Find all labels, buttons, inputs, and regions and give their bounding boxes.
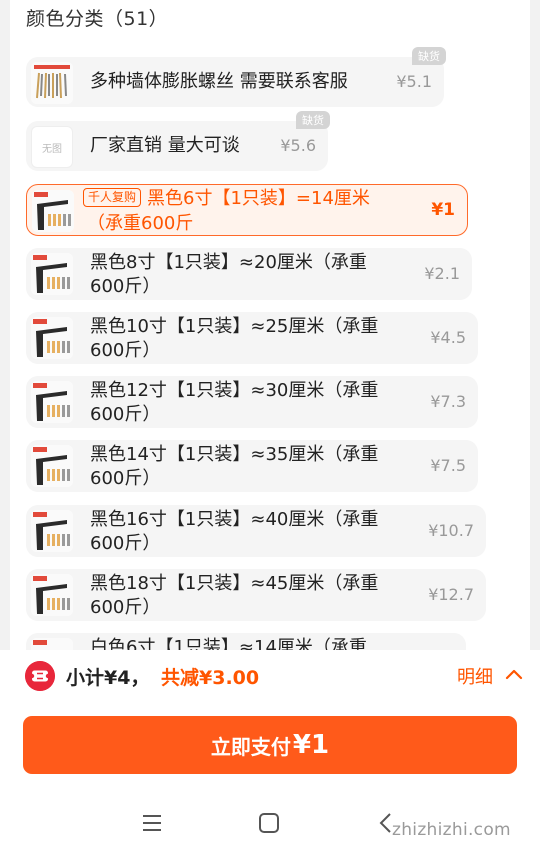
sku-option-label: 黑色14寸【1只装】≈35厘米（承重: [90, 444, 379, 465]
product-thumbnail: [31, 62, 73, 104]
sku-option-label: 黑色12寸【1只装】≈30厘米（承重: [90, 380, 379, 401]
menu-nav-icon[interactable]: [139, 810, 165, 836]
sku-option-label-line2: 600斤）: [90, 597, 161, 618]
sku-option-label-line2: 600斤）: [90, 533, 161, 554]
sku-option-price: ¥5.6: [280, 136, 316, 155]
chevron-up-icon[interactable]: [503, 663, 525, 685]
product-thumbnail: [31, 574, 73, 616]
section-title: 颜色分类（51）: [26, 8, 169, 30]
sku-option[interactable]: 白色6寸【1只装】≈14厘米（承重: [26, 633, 466, 650]
sku-option-label: 黑色16寸【1只装】≈40厘米（承重: [90, 509, 379, 530]
sku-option-label-line2: 600斤）: [90, 340, 161, 361]
home-nav-icon[interactable]: [256, 810, 282, 836]
sku-option-label: 千人复购 黑色6寸【1只装】=14厘米: [83, 186, 370, 211]
sku-option-label-line2: 600斤）: [90, 276, 161, 297]
sku-option-label: 黑色18寸【1只装】≈45厘米（承重: [90, 573, 379, 594]
repurchase-tag: 千人复购: [83, 188, 142, 207]
order-summary-bar: 小计¥4， 共减¥3.00 明细: [0, 650, 540, 702]
product-thumbnail: [31, 510, 73, 552]
sku-option-price: ¥10.7: [428, 521, 474, 540]
sku-option[interactable]: 黑色14寸【1只装】≈35厘米（承重 600斤） ¥7.5: [26, 440, 478, 492]
sku-option-label: 黑色8寸【1只装】≈20厘米（承重: [90, 252, 367, 273]
pay-now-button[interactable]: 立即支付 ¥1: [23, 716, 517, 774]
sku-option-price: ¥5.1: [396, 72, 432, 91]
ticket-icon: [25, 661, 55, 691]
pay-amount: ¥1: [292, 730, 330, 760]
sku-option[interactable]: 黑色8寸【1只装】≈20厘米（承重 600斤） ¥2.1: [26, 248, 472, 300]
sku-option-label: 厂家直销 量大可谈: [90, 135, 240, 156]
pay-bar: 立即支付 ¥1: [0, 702, 540, 790]
sku-option-price: ¥12.7: [428, 585, 474, 604]
no-image-placeholder: 无图: [31, 126, 73, 168]
sku-option-label-line1: 黑色6寸【1只装】=14厘米: [147, 188, 370, 209]
sku-option[interactable]: 黑色12寸【1只装】≈30厘米（承重 600斤） ¥7.3: [26, 376, 478, 428]
sku-option[interactable]: 黑色16寸【1只装】≈40厘米（承重 600斤） ¥10.7: [26, 505, 486, 557]
discount-text: 共减¥3.00: [161, 667, 260, 689]
subtotal-text: 小计¥4，: [66, 667, 150, 689]
sku-option[interactable]: 无图 厂家直销 量大可谈 ¥5.6 缺货: [26, 111, 330, 171]
product-thumbnail: [31, 638, 73, 650]
sku-option-price: ¥7.3: [430, 392, 466, 411]
sku-option[interactable]: 多种墙体膨胀螺丝 需要联系客服 ¥5.1 缺货: [26, 47, 446, 107]
sku-option-label: 多种墙体膨胀螺丝 需要联系客服: [90, 71, 348, 92]
product-thumbnail: [32, 190, 74, 232]
sku-selection-sheet: 颜色分类（51） 多种墙体膨胀螺丝 需要联系客服 ¥5.1 缺货 无图 厂家直销: [10, 0, 530, 650]
sku-option-price: ¥7.5: [430, 456, 466, 475]
product-thumbnail: [31, 253, 73, 295]
sku-option[interactable]: 黑色10寸【1只装】≈25厘米（承重 600斤） ¥4.5: [26, 312, 478, 364]
sku-option-label: 白色6寸【1只装】≈14厘米（承重: [90, 637, 367, 650]
pay-now-label: 立即支付: [210, 734, 291, 759]
sku-option-label-line2: 600斤）: [90, 404, 161, 425]
sku-option-selected[interactable]: 千人复购 黑色6寸【1只装】=14厘米 （承重600斤 ¥1: [26, 184, 468, 236]
sku-option-price: ¥2.1: [424, 264, 460, 283]
out-of-stock-badge: 缺货: [296, 111, 330, 129]
sku-option-label-line2: （承重600斤: [87, 213, 194, 234]
sku-option-label: 黑色10寸【1只装】≈25厘米（承重: [90, 316, 379, 337]
product-thumbnail: [31, 317, 73, 359]
sku-option-label-line2: 600斤）: [90, 468, 161, 489]
sku-option-price: ¥1: [431, 200, 455, 220]
out-of-stock-badge: 缺货: [412, 47, 446, 65]
detail-toggle[interactable]: 明细: [457, 663, 493, 689]
watermark-text: zhizhizhi.com: [392, 820, 511, 840]
sku-option-price: ¥4.5: [430, 328, 466, 347]
product-thumbnail: [31, 381, 73, 423]
product-thumbnail: [31, 445, 73, 487]
sku-option[interactable]: 黑色18寸【1只装】≈45厘米（承重 600斤） ¥12.7: [26, 569, 486, 621]
